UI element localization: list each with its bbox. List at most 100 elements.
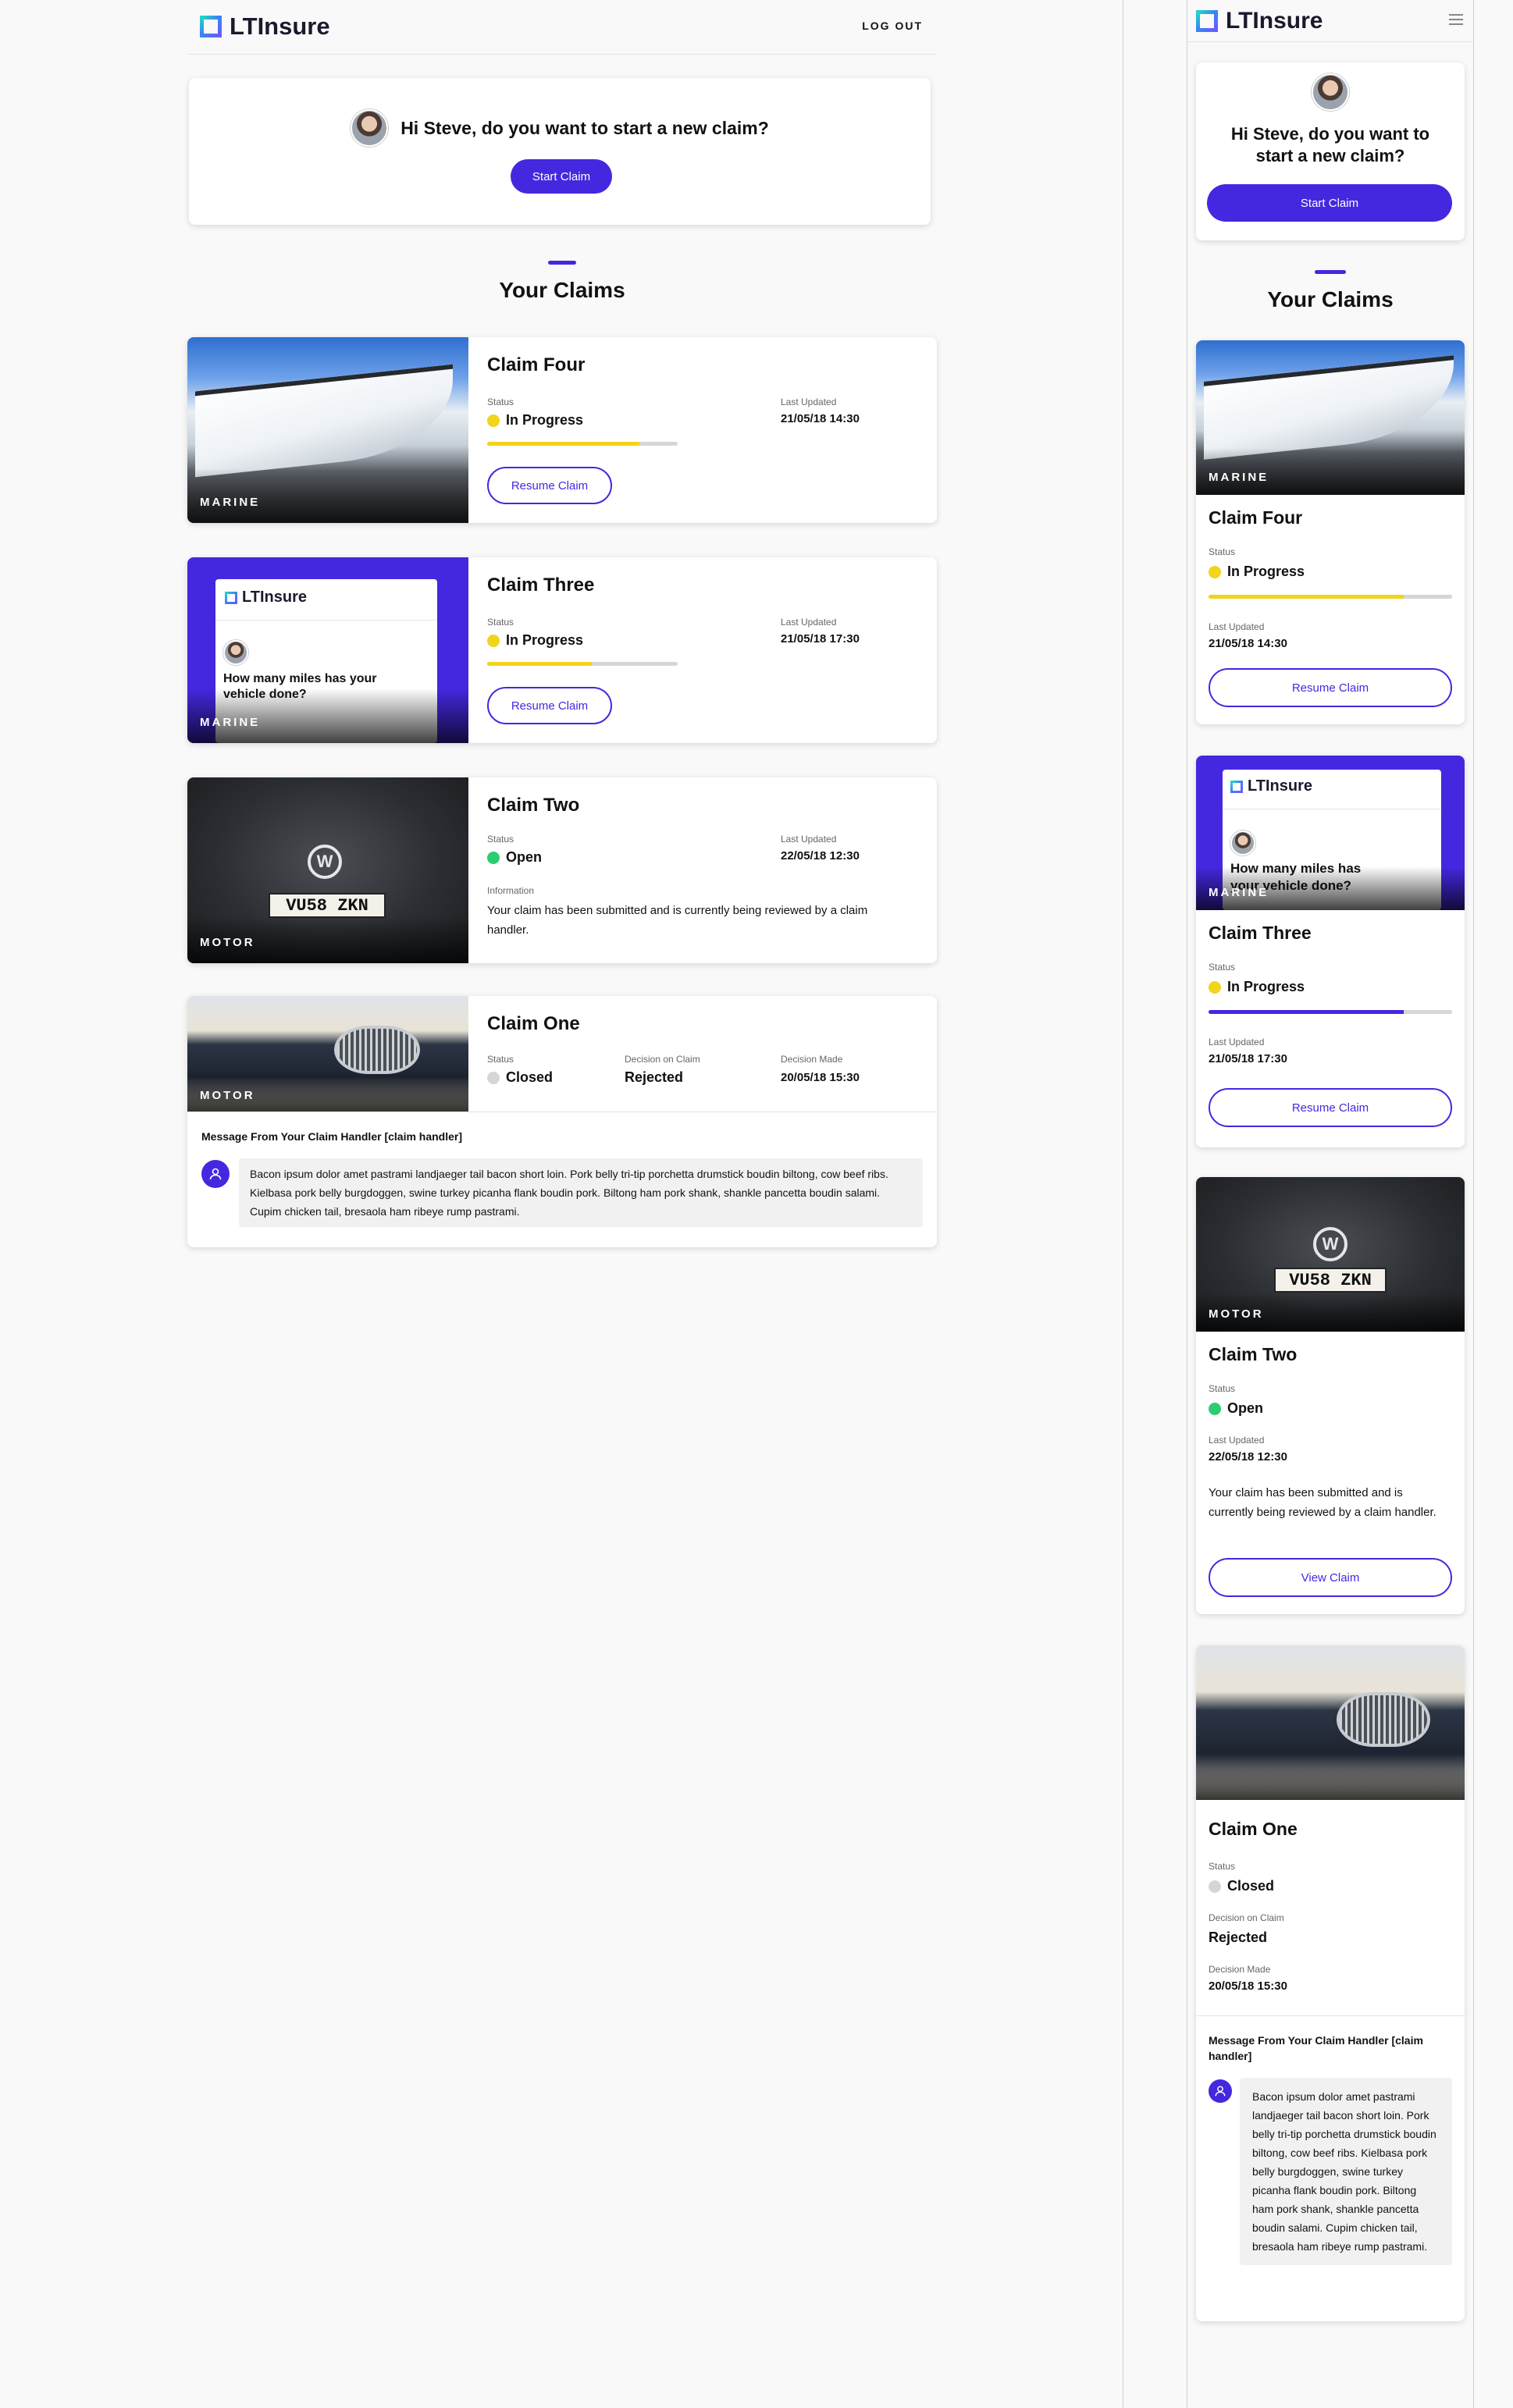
progress-fill — [1209, 595, 1404, 599]
decision-value: Rejected — [625, 1069, 684, 1085]
decision-made-label: Decision Made — [781, 1054, 843, 1065]
claim-category-tag: MARINE — [1209, 471, 1269, 484]
status-dot-icon — [487, 414, 500, 427]
claim-image-boat: MARINE — [1196, 340, 1465, 495]
avatar — [351, 109, 389, 147]
message-title: Message From Your Claim Handler [claim h… — [201, 1130, 463, 1143]
status-text: In Progress — [506, 412, 584, 428]
resume-claim-button[interactable]: Resume Claim — [487, 467, 612, 504]
status-label: Status — [1209, 546, 1236, 557]
last-updated-label: Last Updated — [1209, 1037, 1265, 1047]
last-updated-value: 21/05/18 14:30 — [1209, 637, 1287, 650]
claim-title: Claim One — [1209, 1819, 1298, 1839]
view-claim-button[interactable]: View Claim — [1209, 1558, 1452, 1597]
status-value: In Progress — [487, 412, 583, 429]
section-accent-bar — [548, 261, 576, 265]
ltinsure-logo-icon — [1196, 10, 1218, 32]
status-value: Open — [487, 849, 542, 866]
claim-image-car: W VU58 ZKN MOTOR — [1196, 1177, 1465, 1332]
information-text: Your claim has been submitted and is cur… — [487, 904, 868, 937]
logout-link[interactable]: LOG OUT — [862, 20, 923, 32]
status-value: In Progress — [487, 632, 583, 649]
status-text: In Progress — [1227, 564, 1305, 579]
progress-fill — [487, 662, 593, 666]
welcome-question: Hi Steve, do you want to start a new cla… — [400, 117, 769, 138]
ltinsure-logo-icon — [1230, 780, 1243, 793]
status-value: Closed — [487, 1069, 553, 1086]
decision-label: Decision on Claim — [625, 1054, 700, 1065]
resume-claim-button[interactable]: Resume Claim — [1209, 1088, 1452, 1127]
last-updated-label: Last Updated — [781, 834, 837, 845]
status-dot-icon — [487, 634, 500, 647]
brand-name: LTInsure — [230, 12, 330, 40]
section-title: Your Claims — [499, 278, 625, 302]
message-text: Bacon ipsum dolor amet pastrami landjaeg… — [1240, 2078, 1452, 2265]
status-dot-icon — [487, 1071, 500, 1084]
message-title: Message From Your Claim Handler [claim h… — [1209, 2034, 1423, 2062]
claim-title: Claim Three — [1209, 923, 1312, 943]
vw-logo: W — [1313, 1227, 1347, 1261]
last-updated-value: 21/05/18 14:30 — [781, 412, 860, 425]
brand-logo[interactable]: LTInsure — [200, 12, 330, 41]
claim-category-tag: MOTOR — [200, 936, 255, 949]
claim-image-screenshot: LTInsure How many miles has your vehicle… — [1196, 756, 1465, 910]
last-updated-value: 21/05/18 17:30 — [1209, 1052, 1287, 1065]
claim-card-two[interactable]: W VU58 ZKN MOTOR Claim Two Status Open L… — [187, 777, 937, 963]
avatar — [1312, 73, 1349, 111]
user-icon — [201, 1160, 230, 1188]
status-dot-icon — [1209, 1402, 1221, 1415]
mobile-claim-card-one[interactable]: Claim One Status Closed Decision on Clai… — [1196, 1645, 1465, 2321]
status-text: In Progress — [1227, 979, 1305, 994]
claim-image-screenshot: LTInsure How many miles has your vehicle… — [187, 557, 468, 743]
claim-title: Claim One — [487, 1013, 580, 1034]
status-text: Open — [506, 849, 543, 865]
decision-made-value: 20/05/18 15:30 — [1209, 1979, 1287, 1993]
claim-title: Claim Two — [1209, 1344, 1298, 1364]
mobile-claim-card-three[interactable]: LTInsure How many miles has your vehicle… — [1196, 756, 1465, 1147]
avatar — [1230, 831, 1255, 855]
last-updated-label: Last Updated — [781, 397, 837, 407]
progress-bar — [1209, 1010, 1452, 1014]
brand-logo[interactable]: LTInsure — [1196, 8, 1323, 34]
claim-title: Claim Four — [1209, 507, 1303, 528]
boat-hull — [195, 364, 453, 478]
status-label: Status — [1209, 962, 1236, 973]
status-text: In Progress — [506, 632, 584, 648]
mobile-claim-card-two[interactable]: W VU58 ZKN MOTOR Claim Two Status Open L… — [1196, 1177, 1465, 1614]
claim-category-tag: MARINE — [1209, 886, 1269, 899]
decision-made-label: Decision Made — [1209, 1964, 1271, 1975]
resume-claim-button[interactable]: Resume Claim — [487, 687, 612, 724]
last-updated-label: Last Updated — [781, 617, 837, 628]
section-accent-bar — [1315, 270, 1346, 274]
ltinsure-logo-icon — [225, 591, 237, 604]
status-dot-icon — [1209, 1880, 1221, 1893]
avatar — [223, 640, 248, 665]
claim-title: Claim Three — [487, 574, 595, 596]
status-value: In Progress — [1209, 979, 1305, 995]
decision-made-value: 20/05/18 15:30 — [781, 1071, 860, 1084]
claim-card-four[interactable]: MARINE Claim Four Status In Progress Las… — [187, 337, 937, 523]
decision-value: Rejected — [1209, 1930, 1268, 1945]
start-claim-button[interactable]: Start Claim — [1207, 184, 1452, 222]
progress-fill — [1209, 1010, 1404, 1014]
decision-label: Decision on Claim — [1209, 1912, 1284, 1923]
brand-name: LTInsure — [1226, 8, 1323, 34]
vw-logo: W — [308, 845, 342, 879]
mobile-welcome-card: Hi Steve, do you want to start a new cla… — [1196, 62, 1465, 240]
section-title: Your Claims — [1267, 287, 1394, 311]
start-claim-button[interactable]: Start Claim — [511, 159, 612, 194]
status-label: Status — [1209, 1383, 1236, 1394]
information-label: Information — [487, 885, 535, 896]
desktop-header: LTInsure LOG OUT — [187, 0, 937, 55]
mobile-claim-card-four[interactable]: MARINE Claim Four Status In Progress Las… — [1196, 340, 1465, 724]
status-label: Status — [1209, 1861, 1236, 1872]
status-value: Open — [1209, 1400, 1263, 1417]
hamburger-icon[interactable] — [1449, 14, 1463, 25]
resume-claim-button[interactable]: Resume Claim — [1209, 668, 1452, 707]
claim-card-three[interactable]: LTInsure How many miles has your vehicle… — [187, 557, 937, 743]
claim-category-tag: MOTOR — [1209, 1307, 1264, 1321]
claim-card-one[interactable]: MOTOR Claim One Status Closed Decision o… — [187, 996, 937, 1247]
claim-image-boat: MARINE — [187, 337, 468, 523]
last-updated-label: Last Updated — [1209, 621, 1265, 632]
welcome-question: Hi Steve, do you want to start a new cla… — [1230, 124, 1430, 165]
